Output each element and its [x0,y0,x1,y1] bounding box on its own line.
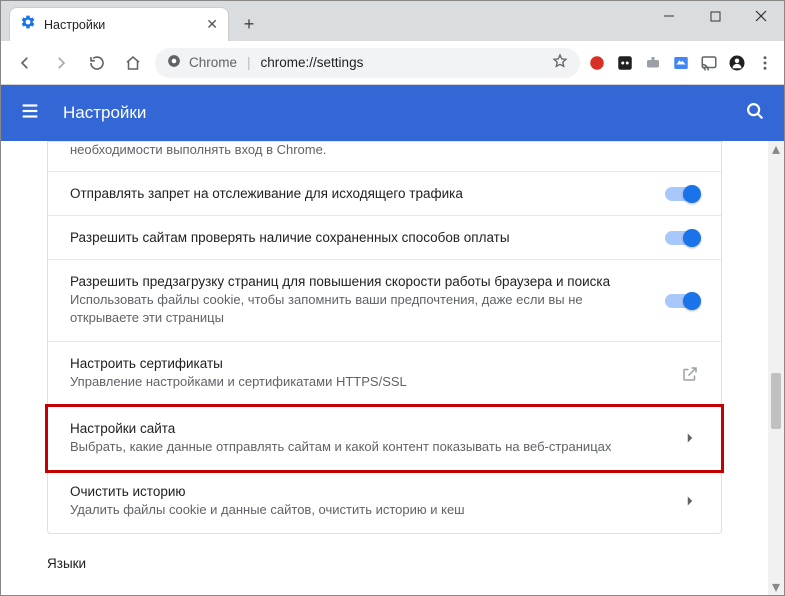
menu-icon[interactable] [756,54,774,72]
url-host: Chrome [189,55,237,70]
search-icon[interactable] [744,100,766,127]
partial-row: необходимости выполнять вход в Chrome. [48,142,721,172]
content-area: необходимости выполнять вход в Chrome. О… [1,141,784,595]
window-controls [646,1,784,31]
external-link-icon [681,365,699,383]
maximize-button[interactable] [692,1,738,31]
scrollbar-thumb[interactable] [771,373,781,429]
setting-label: Настройки сайта [70,421,665,436]
scroll-down-arrow[interactable]: ▾ [768,579,784,595]
setting-description: Удалить файлы cookie и данные сайтов, оч… [70,501,665,519]
profile-avatar[interactable] [728,54,746,72]
back-button[interactable] [11,49,39,77]
new-tab-button[interactable]: + [235,10,263,38]
setting-label: Разрешить предзагрузку страниц для повыш… [70,274,649,289]
setting-description: Управление настройками и сертификатами H… [70,373,665,391]
forward-button[interactable] [47,49,75,77]
setting-label: Настроить сертификаты [70,356,665,371]
settings-card: необходимости выполнять вход в Chrome. О… [47,141,722,534]
chrome-logo-icon [167,54,181,71]
hamburger-menu-icon[interactable] [19,100,41,127]
minimize-button[interactable] [646,1,692,31]
scroll-up-arrow[interactable]: ▴ [768,141,784,157]
url-path: chrome://settings [261,55,364,70]
extension-icon[interactable] [588,54,606,72]
setting-label: Разрешить сайтам проверять наличие сохра… [70,230,649,245]
reload-button[interactable] [83,49,111,77]
setting-row-do-not-track[interactable]: Отправлять запрет на отслеживание для ис… [48,172,721,216]
chevron-right-icon [681,429,699,447]
extension-icon[interactable] [672,54,690,72]
extension-icon[interactable] [644,54,662,72]
tab-title: Настройки [44,18,198,32]
setting-row-site-settings[interactable]: Настройки сайта Выбрать, какие данные от… [45,404,724,473]
setting-row-certificates[interactable]: Настроить сертификаты Управление настрой… [48,342,721,406]
window-titlebar: Настройки ✕ + [1,1,784,41]
gear-icon [20,14,36,35]
setting-description: Выбрать, какие данные отправлять сайтам … [70,438,665,456]
extensions-area [588,54,774,72]
setting-row-clear-history[interactable]: Очистить историю Удалить файлы cookie и … [48,470,721,533]
browser-tab[interactable]: Настройки ✕ [9,7,229,41]
close-window-button[interactable] [738,1,784,31]
setting-label: Отправлять запрет на отслеживание для ис… [70,186,649,201]
setting-row-payment-check[interactable]: Разрешить сайтам проверять наличие сохра… [48,216,721,260]
bookmark-star-icon[interactable] [552,53,568,72]
settings-header: Настройки [1,85,784,141]
cast-icon[interactable] [700,54,718,72]
extension-icon[interactable] [616,54,634,72]
toggle-switch[interactable] [665,187,699,201]
chevron-right-icon [681,492,699,510]
setting-row-preload[interactable]: Разрешить предзагрузку страниц для повыш… [48,260,721,342]
setting-label: Очистить историю [70,484,665,499]
close-tab-icon[interactable]: ✕ [206,16,218,33]
settings-title: Настройки [63,103,722,123]
browser-toolbar: Chrome | chrome://settings [1,41,784,85]
toggle-switch[interactable] [665,294,699,308]
toggle-switch[interactable] [665,231,699,245]
home-button[interactable] [119,49,147,77]
vertical-scrollbar[interactable]: ▴ ▾ [768,141,784,595]
section-heading-languages: Языки [47,556,722,571]
address-bar[interactable]: Chrome | chrome://settings [155,48,580,78]
setting-description: Использовать файлы cookie, чтобы запомни… [70,291,649,327]
